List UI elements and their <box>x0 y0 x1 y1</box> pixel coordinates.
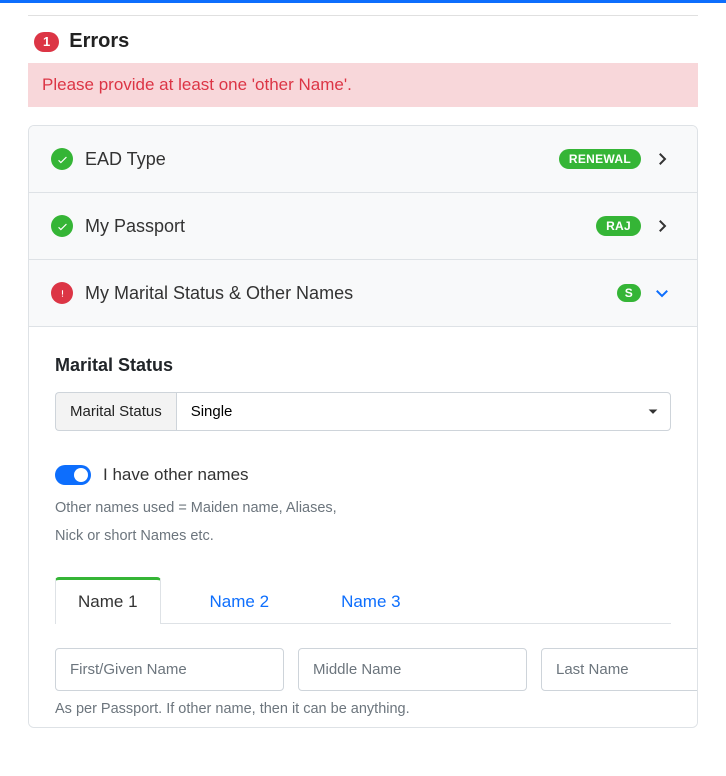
accordion-title: EAD Type <box>85 149 547 170</box>
helper-line: Nick or short Names etc. <box>55 528 214 544</box>
other-names-toggle[interactable] <box>55 465 91 485</box>
accordion: EAD Type RENEWAL My Passport RAJ My Mari… <box>28 125 698 728</box>
accordion-item-passport[interactable]: My Passport RAJ <box>29 193 697 260</box>
top-divider <box>28 15 698 16</box>
other-names-helper: Other names used = Maiden name, Aliases,… <box>55 495 671 550</box>
tab-name-1[interactable]: Name 1 <box>55 577 161 624</box>
chevron-right-icon <box>653 150 671 168</box>
errors-title: Errors <box>69 30 129 53</box>
status-badge: S <box>617 284 641 302</box>
other-names-toggle-label: I have other names <box>103 465 249 485</box>
name-helper-text: As per Passport. If other name, then it … <box>55 701 671 717</box>
marital-status-field: Marital Status Single <box>55 392 671 431</box>
marital-status-select[interactable]: Single <box>176 392 671 431</box>
accordion-title: My Passport <box>85 216 584 237</box>
helper-line: Other names used = Maiden name, Aliases, <box>55 500 337 516</box>
tab-name-3[interactable]: Name 3 <box>318 579 424 624</box>
name-input-row <box>55 648 671 691</box>
name-tabs: Name 1 Name 2 Name 3 <box>55 576 671 624</box>
chevron-right-icon <box>653 217 671 235</box>
error-icon <box>51 282 73 304</box>
accordion-item-marital-status[interactable]: My Marital Status & Other Names S <box>29 260 697 327</box>
check-icon <box>51 148 73 170</box>
chevron-down-icon <box>653 284 671 302</box>
errors-count-badge: 1 <box>34 32 59 52</box>
accordion-item-ead-type[interactable]: EAD Type RENEWAL <box>29 126 697 193</box>
middle-name-input[interactable] <box>298 648 527 691</box>
accordion-body-marital: Marital Status Marital Status Single I h… <box>29 327 697 727</box>
accordion-title: My Marital Status & Other Names <box>85 283 605 304</box>
last-name-input[interactable] <box>541 648 698 691</box>
first-name-input[interactable] <box>55 648 284 691</box>
tab-name-2[interactable]: Name 2 <box>187 579 293 624</box>
error-banner: Please provide at least one 'other Name'… <box>28 63 698 107</box>
check-icon <box>51 215 73 237</box>
section-label-marital: Marital Status <box>55 355 671 376</box>
marital-status-label: Marital Status <box>55 392 176 431</box>
status-badge: RENEWAL <box>559 149 641 169</box>
errors-header: 1 Errors <box>34 30 698 53</box>
status-badge: RAJ <box>596 216 641 236</box>
other-names-toggle-row: I have other names <box>55 465 671 485</box>
